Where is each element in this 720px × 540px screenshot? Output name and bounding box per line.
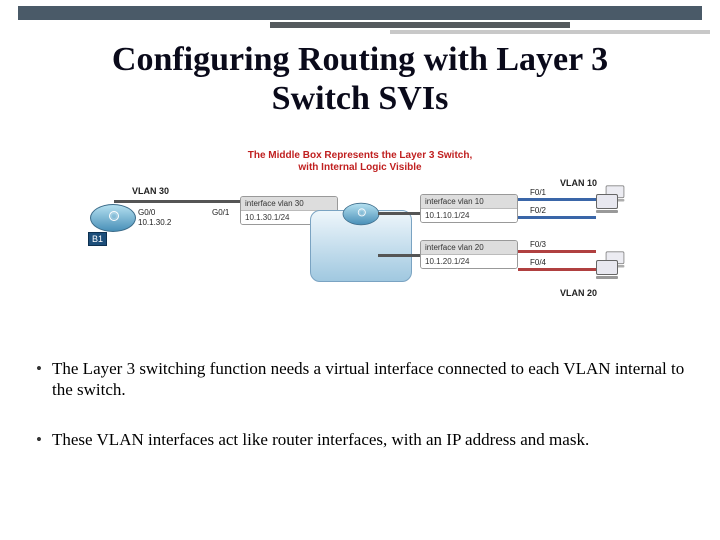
vlan30-label: VLAN 30 — [132, 186, 169, 196]
bullet-item: These VLAN interfaces act like router in… — [34, 429, 686, 450]
diagram-caption-line-1: The Middle Box Represents the Layer 3 Sw… — [248, 150, 473, 161]
decor-bar-3 — [390, 30, 710, 34]
link-f01 — [518, 198, 596, 201]
g00-label: G0/0 — [138, 208, 155, 217]
diagram-caption: The Middle Box Represents the Layer 3 Sw… — [90, 150, 630, 174]
port-f03: F0/3 — [530, 240, 546, 249]
decor-bar-1 — [18, 6, 702, 20]
pc-icon — [596, 260, 618, 278]
title-line-1: Configuring Routing with Layer 3 — [112, 41, 608, 78]
link-f04 — [518, 268, 596, 271]
internal-router-icon — [343, 203, 380, 225]
router-b1-label: B1 — [88, 232, 107, 246]
svi10-box: interface vlan 10 10.1.10.1/24 — [420, 194, 518, 223]
pc-icon — [596, 194, 618, 212]
port-f02: F0/2 — [530, 206, 546, 215]
g01-label: G0/1 — [212, 208, 229, 217]
bullet-list: The Layer 3 switching function needs a v… — [34, 358, 686, 478]
bullet-text: The Layer 3 switching function needs a v… — [52, 359, 684, 399]
vlan10-label: VLAN 10 — [560, 178, 597, 188]
svi20-ip: 10.1.20.1/24 — [421, 255, 517, 268]
decor-bar-2 — [270, 22, 570, 28]
router-b1-icon — [90, 204, 136, 232]
svi20-box: interface vlan 20 10.1.20.1/24 — [420, 240, 518, 269]
bullet-text: These VLAN interfaces act like router in… — [52, 430, 589, 449]
link-svi10 — [378, 212, 422, 215]
title-line-2: Switch SVIs — [272, 80, 449, 117]
network-diagram: The Middle Box Represents the Layer 3 Sw… — [90, 150, 630, 320]
slide-title: Configuring Routing with Layer 3 Switch … — [0, 40, 720, 118]
link-f02 — [518, 216, 596, 219]
slide: Configuring Routing with Layer 3 Switch … — [0, 0, 720, 540]
diagram-caption-line-2: with Internal Logic Visible — [298, 162, 421, 173]
link-svi20 — [378, 254, 422, 257]
vlan20-label: VLAN 20 — [560, 288, 597, 298]
svi30-header: interface vlan 30 — [241, 197, 337, 211]
svi20-header: interface vlan 20 — [421, 241, 517, 255]
port-f04: F0/4 — [530, 258, 546, 267]
svi10-ip: 10.1.10.1/24 — [421, 209, 517, 222]
g00-ip: 10.1.30.2 — [138, 218, 171, 227]
svi10-header: interface vlan 10 — [421, 195, 517, 209]
port-f01: F0/1 — [530, 188, 546, 197]
link-f03 — [518, 250, 596, 253]
bullet-item: The Layer 3 switching function needs a v… — [34, 358, 686, 401]
